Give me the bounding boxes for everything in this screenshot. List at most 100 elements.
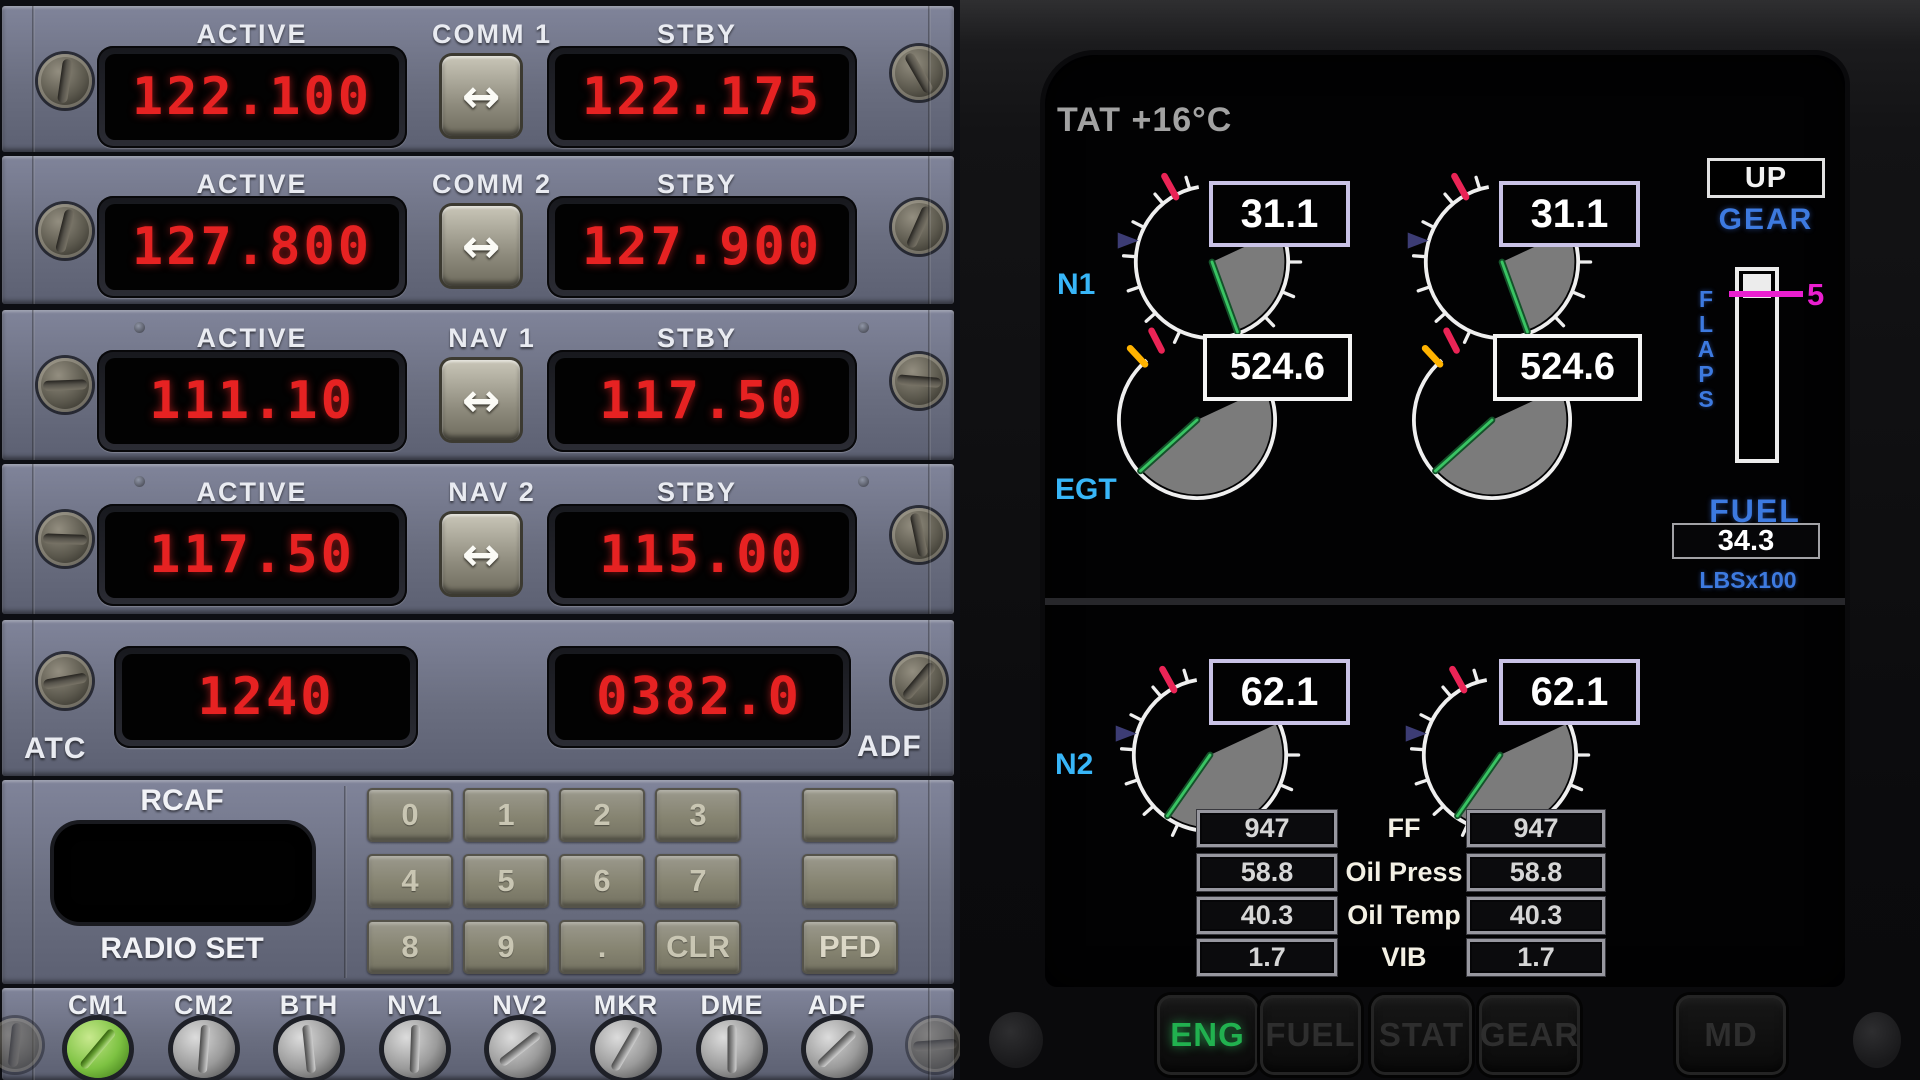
- oil-temp-label: Oil Temp: [1341, 897, 1467, 934]
- md-mode-button[interactable]: MD: [1676, 995, 1786, 1075]
- adf-display: 0382.0: [547, 646, 851, 748]
- n1-label: N1: [1057, 268, 1095, 302]
- n1-left-readout: 31.1: [1209, 181, 1350, 247]
- bth-knob[interactable]: [278, 1020, 340, 1078]
- audio-mkr: MKR: [574, 988, 678, 1080]
- egt-left-readout: 524.6: [1203, 334, 1352, 401]
- oil-press-right-value: 58.8: [1467, 854, 1605, 891]
- adf-label: ADF: [857, 730, 922, 764]
- nav2-swap-button[interactable]: ↔: [442, 514, 520, 594]
- fuel-quantity-box: 34.3: [1672, 523, 1820, 559]
- key-7[interactable]: 7: [655, 854, 741, 908]
- key-blank[interactable]: [802, 854, 898, 908]
- cm2-knob[interactable]: [173, 1020, 235, 1078]
- radio-set-panel: RCAF RADIO SET 0 1 2 3 4 5 6 7 8 9 . CLR…: [2, 780, 954, 984]
- radio-set-caption: RADIO SET: [42, 932, 322, 966]
- comm2-stby-display: 127.900: [547, 196, 857, 298]
- gear-position-box: UP: [1707, 158, 1825, 198]
- key-1[interactable]: 1: [463, 788, 549, 842]
- key-0[interactable]: 0: [367, 788, 453, 842]
- eng-mode-button[interactable]: ENG: [1157, 995, 1258, 1075]
- ff-left-value: 947: [1197, 810, 1337, 847]
- cockpit-screenshot: ACTIVE COMM 1 STBY 122.100 ↔ 122.175 ACT…: [0, 0, 1920, 1080]
- n2-label: N2: [1055, 748, 1093, 782]
- mkr-knob[interactable]: [595, 1020, 657, 1078]
- swap-arrows-icon: ↔: [462, 69, 501, 123]
- nv1-knob[interactable]: [384, 1020, 446, 1078]
- nav2-stby-display: 115.00: [547, 504, 857, 606]
- key-8[interactable]: 8: [367, 920, 453, 974]
- audio-nv1: NV1: [363, 988, 467, 1080]
- key-6[interactable]: 6: [559, 854, 645, 908]
- eicas-unit: TAT +16°C N1: [960, 0, 1920, 1080]
- audio-adf: ADF: [785, 988, 889, 1080]
- key-blank[interactable]: [802, 788, 898, 842]
- cm1-knob[interactable]: [67, 1020, 129, 1078]
- comm1-active-display: 122.100: [97, 46, 407, 148]
- stat-mode-button[interactable]: STAT: [1371, 995, 1472, 1075]
- screw: [38, 358, 92, 412]
- screw: [892, 200, 946, 254]
- eicas-screen: TAT +16°C N1: [1045, 55, 1845, 987]
- swap-arrows-icon: ↔: [462, 219, 501, 273]
- audio-dme: DME: [680, 988, 784, 1080]
- comm1-stby-display: 122.175: [547, 46, 857, 148]
- key-2[interactable]: 2: [559, 788, 645, 842]
- flaps-target-line: [1729, 291, 1803, 297]
- key-9[interactable]: 9: [463, 920, 549, 974]
- audio-cm1: CM1: [46, 988, 150, 1080]
- gear-mode-button[interactable]: GEAR: [1479, 995, 1580, 1075]
- ff-label: FF: [1341, 810, 1467, 847]
- ff-right-value: 947: [1467, 810, 1605, 847]
- vib-left-value: 1.7: [1197, 939, 1337, 976]
- flaps-label: FLAPS: [1693, 287, 1719, 412]
- nav1-panel: ACTIVE NAV 1 STBY 111.10 ↔ 117.50: [2, 310, 954, 460]
- bezel-knob: [1853, 1012, 1901, 1068]
- comm1-panel: ACTIVE COMM 1 STBY 122.100 ↔ 122.175: [2, 6, 954, 152]
- screen-divider: [1045, 598, 1845, 605]
- oil-temp-left-value: 40.3: [1197, 897, 1337, 934]
- screw: [38, 512, 92, 566]
- key-clr[interactable]: CLR: [655, 920, 741, 974]
- key-dot[interactable]: .: [559, 920, 645, 974]
- egt-right-readout: 524.6: [1493, 334, 1642, 401]
- flaps-target-value: 5: [1807, 277, 1824, 313]
- fuel-mode-button[interactable]: FUEL: [1260, 995, 1361, 1075]
- screw: [908, 1018, 962, 1072]
- screw: [38, 54, 92, 108]
- oil-temp-right-value: 40.3: [1467, 897, 1605, 934]
- vib-right-value: 1.7: [1467, 939, 1605, 976]
- comm2-panel: ACTIVE COMM 2 STBY 127.800 ↔ 127.900: [2, 156, 954, 304]
- tat-readout: TAT +16°C: [1057, 101, 1232, 140]
- dme-knob[interactable]: [701, 1020, 763, 1078]
- screw: [38, 204, 92, 258]
- atc-adf-panel: 1240 0382.0 ATC ADF: [2, 620, 954, 776]
- n2-right-readout: 62.1: [1499, 659, 1640, 725]
- n1-right-readout: 31.1: [1499, 181, 1640, 247]
- screw: [38, 654, 92, 708]
- comm2-swap-button[interactable]: ↔: [442, 206, 520, 286]
- screw: [892, 654, 946, 708]
- oil-press-label: Oil Press: [1341, 854, 1467, 891]
- nav1-swap-button[interactable]: ↔: [442, 360, 520, 440]
- screw: [892, 508, 946, 562]
- key-3[interactable]: 3: [655, 788, 741, 842]
- bezel-knob: [989, 1012, 1043, 1068]
- adf-knob[interactable]: [806, 1020, 868, 1078]
- divider: [344, 786, 347, 978]
- gear-label: GEAR: [1707, 203, 1825, 237]
- audio-panel: CM1 CM2 BTH NV1 NV2 MKR DME ADF: [2, 988, 954, 1080]
- nav1-stby-display: 117.50: [547, 350, 857, 452]
- fuel-units-label: LBSx100: [1673, 567, 1823, 594]
- swap-arrows-icon: ↔: [462, 373, 501, 427]
- nv2-knob[interactable]: [489, 1020, 551, 1078]
- comm2-active-display: 127.800: [97, 196, 407, 298]
- nav2-active-display: 117.50: [97, 504, 407, 606]
- key-5[interactable]: 5: [463, 854, 549, 908]
- key-4[interactable]: 4: [367, 854, 453, 908]
- audio-cm2: CM2: [152, 988, 256, 1080]
- key-pfd[interactable]: PFD: [802, 920, 898, 974]
- screw-dot: [858, 476, 869, 487]
- audio-bth: BTH: [257, 988, 361, 1080]
- comm1-swap-button[interactable]: ↔: [442, 56, 520, 136]
